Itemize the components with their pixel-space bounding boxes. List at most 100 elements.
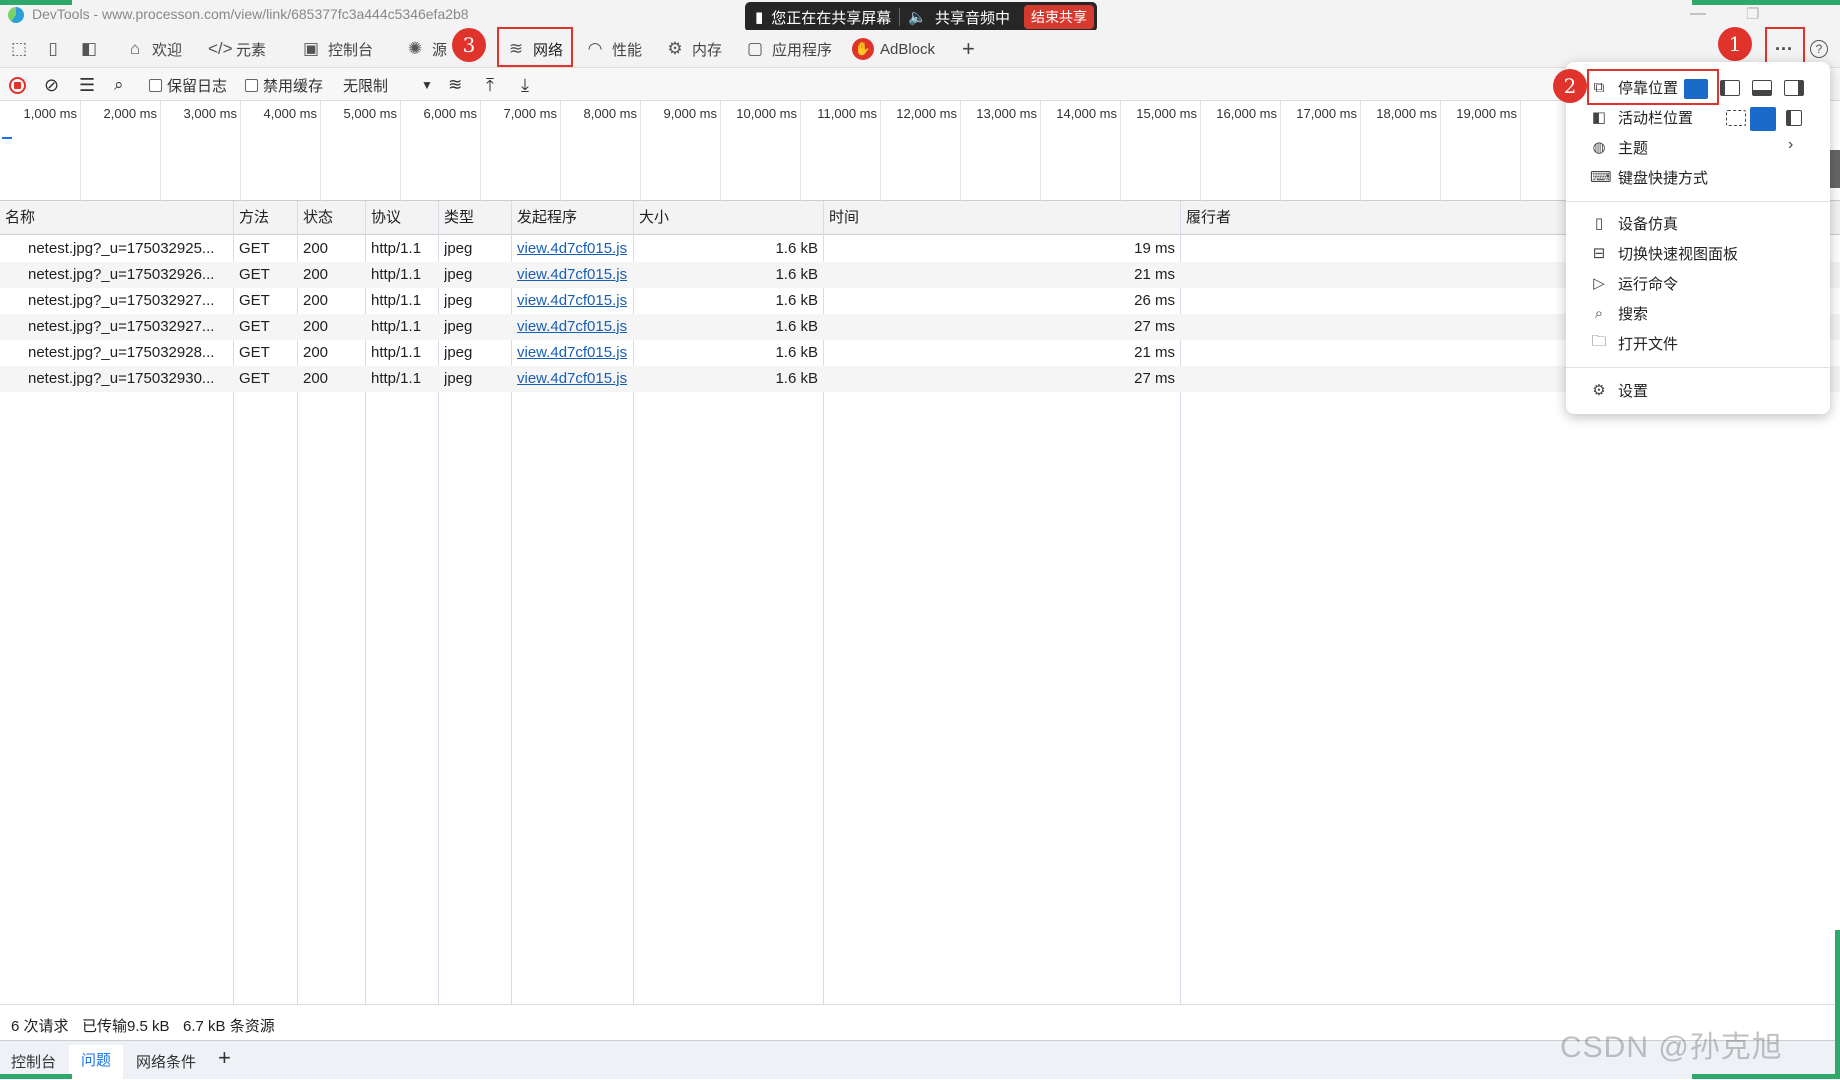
filter-icon[interactable]: ☰ <box>79 74 95 96</box>
tab-sources[interactable]: ✺ 源 <box>404 36 447 62</box>
search-icon[interactable]: ⌕ <box>114 74 124 96</box>
network-conditions-icon[interactable]: ≋ <box>448 74 462 96</box>
table-row[interactable]: netest.jpg?_u=175032928... GET 200 http/1.1… <box>0 340 1840 366</box>
activity-bar-top-icon[interactable] <box>1726 110 1746 126</box>
cell-type: jpeg <box>444 292 473 309</box>
initiator-link[interactable]: view.4d7cf015.js <box>517 240 627 257</box>
activity-bar-left-icon[interactable] <box>1786 110 1802 126</box>
menu-settings[interactable]: ⚙ 设置 <box>1590 377 1648 403</box>
timeline-tick-label: 10,000 ms <box>736 106 797 121</box>
window-title: DevTools - www.processon.com/view/link/6… <box>32 6 469 22</box>
header-col-time[interactable]: 时间 <box>824 201 859 235</box>
tab-console[interactable]: ▣ 控制台 <box>300 36 373 62</box>
timeline-gridline <box>640 101 641 201</box>
header-col-initiator[interactable]: 发起程序 <box>512 201 577 235</box>
timeline-gridline <box>800 101 801 201</box>
dock-sidebar-icon[interactable]: ◧ <box>78 36 100 62</box>
initiator-link[interactable]: view.4d7cf015.js <box>517 344 627 361</box>
minimize-icon[interactable]: — <box>1690 5 1706 23</box>
add-drawer-tab-icon[interactable]: + <box>218 1045 231 1071</box>
drawer-tab-console[interactable]: 控制台 <box>11 1051 56 1072</box>
table-header <box>0 201 1840 235</box>
initiator-link[interactable]: view.4d7cf015.js <box>517 266 627 283</box>
throttle-select[interactable]: 无限制 ▼ <box>343 74 433 96</box>
tab-label: 控制台 <box>328 41 374 59</box>
checkbox-label: 禁用缓存 <box>263 77 324 95</box>
dock-bottom-icon[interactable] <box>1752 80 1772 96</box>
cell-type: jpeg <box>444 344 473 361</box>
divider <box>899 8 901 26</box>
help-icon[interactable]: ? <box>1810 36 1828 62</box>
tab-performance[interactable]: ◠ 性能 <box>584 36 642 62</box>
add-tab-icon[interactable]: + <box>962 36 975 62</box>
throttle-value: 无限制 <box>343 77 389 95</box>
restore-icon[interactable]: ❐ <box>1746 5 1759 23</box>
record-icon[interactable] <box>9 74 26 96</box>
header-col-size[interactable]: 大小 <box>634 201 669 235</box>
activity-bar-side-icon[interactable] <box>1750 107 1776 131</box>
export-har-icon[interactable]: ⤓ <box>521 74 529 96</box>
checkbox-icon <box>245 78 258 92</box>
cell-protocol: http/1.1 <box>371 266 422 283</box>
tab-application[interactable]: ▢ 应用程序 <box>744 36 832 62</box>
clear-icon[interactable]: ⊘ <box>44 74 59 96</box>
dock-right-icon[interactable] <box>1784 80 1804 96</box>
menu-label: 搜索 <box>1618 305 1649 323</box>
timeline-gridline <box>1200 101 1201 201</box>
tab-adblock[interactable]: ✋ AdBlock <box>852 36 935 62</box>
drawer-tab-network-conditions[interactable]: 网络条件 <box>136 1051 196 1072</box>
network-overview[interactable]: 1,000 ms 2,000 ms 3,000 ms 4,000 ms 5,000 ms… <box>0 101 1840 201</box>
request-table: 名称 方法 状态 协议 类型 发起程序 大小 时间 履行者 netest.jpg?_u=17503… <box>0 201 1840 1004</box>
cell-initiator: view.4d7cf015.js <box>517 292 631 309</box>
menu-quick-view[interactable]: ⊟ 切换快速视图面板 <box>1590 240 1738 266</box>
cell-time: 27 ms <box>1134 370 1175 387</box>
dock-left-icon[interactable] <box>1720 80 1740 96</box>
cell-status: 200 <box>303 344 329 361</box>
menu-divider <box>1566 201 1830 202</box>
drawer-tab-issues[interactable]: 问题 <box>69 1045 124 1080</box>
table-row[interactable]: netest.jpg?_u=175032926... GET 200 http/1.1… <box>0 262 1840 288</box>
timeline-gridline <box>720 101 721 201</box>
menu-device-emulation[interactable]: ▯ 设备仿真 <box>1590 210 1678 236</box>
tab-label: 源 <box>432 41 448 59</box>
menu-label: 切换快速视图面板 <box>1618 245 1739 263</box>
initiator-link[interactable]: view.4d7cf015.js <box>517 292 627 309</box>
header-col-protocol[interactable]: 协议 <box>366 201 401 235</box>
cell-protocol: http/1.1 <box>371 240 422 257</box>
header-col-status[interactable]: 状态 <box>298 201 333 235</box>
header-col-fulfilled-by[interactable]: 履行者 <box>1181 201 1231 235</box>
chevron-right-icon: › <box>1788 136 1794 153</box>
import-har-icon[interactable]: ⤒ <box>486 74 494 96</box>
menu-search[interactable]: ⌕ 搜索 <box>1590 300 1648 326</box>
disable-cache-checkbox[interactable]: 禁用缓存 <box>245 74 323 96</box>
inspect-icon[interactable]: ⬚ <box>8 36 30 62</box>
cell-size: 1.6 kB <box>775 266 818 283</box>
share-audio[interactable]: 共享音频中 <box>935 7 1010 28</box>
cell-initiator: view.4d7cf015.js <box>517 240 631 257</box>
header-col-method[interactable]: 方法 <box>234 201 269 235</box>
timeline-gridline <box>1360 101 1361 201</box>
cell-name: netest.jpg?_u=175032926... <box>28 266 215 283</box>
menu-keyboard-shortcuts[interactable]: ⌨ 键盘快捷方式 <box>1590 164 1708 190</box>
header-col-name[interactable]: 名称 <box>0 201 35 235</box>
cell-type: jpeg <box>444 318 473 335</box>
tab-welcome[interactable]: ⌂ 欢迎 <box>124 36 182 62</box>
table-row[interactable]: netest.jpg?_u=175032927... GET 200 http/1.1… <box>0 314 1840 340</box>
initiator-link[interactable]: view.4d7cf015.js <box>517 318 627 335</box>
table-row[interactable]: netest.jpg?_u=175032927... GET 200 http/1.1… <box>0 288 1840 314</box>
initiator-link[interactable]: view.4d7cf015.js <box>517 370 627 387</box>
request-count: 6 次请求 <box>11 1018 69 1035</box>
menu-open-file[interactable]: 🗀 打开文件 <box>1590 330 1678 356</box>
tab-elements[interactable]: </> 元素 <box>208 36 266 62</box>
menu-run-command[interactable]: ▷ 运行命令 <box>1590 270 1678 296</box>
tab-memory[interactable]: ⚙ 内存 <box>664 36 722 62</box>
table-row[interactable]: netest.jpg?_u=175032925... GET 200 http/1.1… <box>0 236 1840 262</box>
menu-theme[interactable]: ◍ 主题 <box>1590 134 1648 160</box>
cell-size: 1.6 kB <box>775 370 818 387</box>
header-col-type[interactable]: 类型 <box>439 201 474 235</box>
device-toolbar-icon[interactable]: ▯ <box>42 36 64 62</box>
stop-share-button[interactable]: 结束共享 <box>1023 5 1094 29</box>
annotation-3: 3 <box>452 28 486 62</box>
preserve-log-checkbox[interactable]: 保留日志 <box>149 74 227 96</box>
table-row[interactable]: netest.jpg?_u=175032930... GET 200 http/1.1… <box>0 366 1840 392</box>
